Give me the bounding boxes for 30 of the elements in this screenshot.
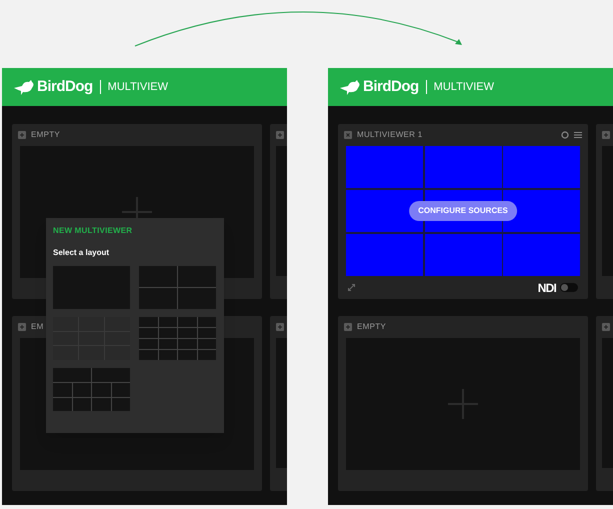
- product-name: MULTIVIEW: [434, 80, 494, 95]
- plus-square-icon[interactable]: [276, 131, 284, 139]
- bird-logo-icon: [14, 79, 36, 95]
- layout-option[interactable]: [139, 317, 216, 360]
- ndi-toggle[interactable]: [560, 283, 578, 292]
- plus-square-icon[interactable]: [602, 131, 610, 139]
- refresh-icon[interactable]: [561, 131, 569, 139]
- brand-name: BirdDog: [37, 76, 93, 97]
- close-icon[interactable]: [344, 131, 352, 139]
- tile-title: MULTIVIEWER 1: [357, 129, 423, 141]
- ndi-label: NDI: [538, 280, 556, 296]
- tile-title: EMPTY: [357, 321, 386, 333]
- dialog-title: NEW MULTIVIEWER: [53, 225, 134, 237]
- configure-sources-button[interactable]: CONFIGURE SOURCES: [409, 201, 517, 221]
- plus-square-icon[interactable]: [18, 131, 26, 139]
- expand-icon[interactable]: [348, 284, 355, 291]
- plus-square-icon[interactable]: [276, 323, 284, 331]
- tile-title: EM: [31, 321, 44, 333]
- plus-square-icon[interactable]: [344, 323, 352, 331]
- tile-title: EMPTY: [31, 129, 60, 141]
- product-name: MULTIVIEW: [108, 80, 168, 95]
- plus-square-icon[interactable]: [602, 323, 610, 331]
- brand-name: BirdDog: [363, 76, 419, 97]
- layout-option[interactable]: [139, 266, 216, 309]
- dialog-prompt: Select a layout: [53, 247, 110, 259]
- plus-square-icon[interactable]: [18, 323, 26, 331]
- bird-logo-icon: [340, 79, 362, 95]
- layout-option[interactable]: [53, 368, 130, 411]
- menu-icon[interactable]: [574, 131, 582, 139]
- plus-icon[interactable]: [448, 389, 478, 419]
